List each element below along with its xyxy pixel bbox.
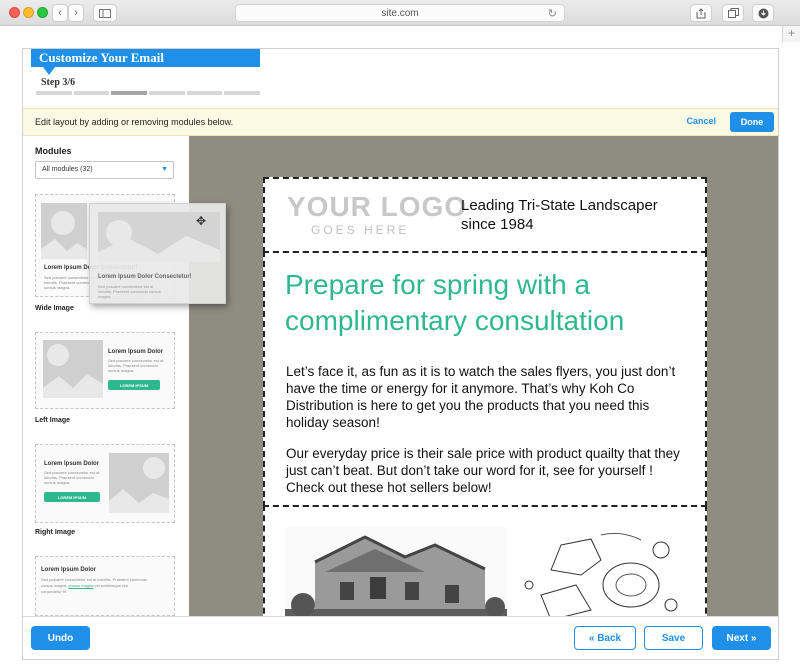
module-text-line: cursus magna, cursus magna vel scelerisq… bbox=[41, 583, 129, 588]
email-headline: Prepare for spring with a complimentary … bbox=[285, 269, 625, 336]
module-right-image[interactable]: Lorem Ipsum Dolor Sed posuere consectetu… bbox=[35, 444, 175, 523]
module-text-only[interactable]: Lorem Ipsum Dolor Sed posuere consectetu… bbox=[35, 556, 175, 616]
save-button[interactable]: Save bbox=[644, 626, 703, 650]
progress-segment bbox=[73, 91, 110, 95]
module-caption: Wide Image bbox=[35, 305, 74, 312]
module-cta: LOREM IPSUM bbox=[44, 492, 100, 502]
email-header-block[interactable]: YOUR LOGO GOES HERE Leading Tri-State La… bbox=[263, 177, 707, 253]
page-title: Customize Your Email bbox=[31, 49, 260, 67]
module-heading: Lorem Ipsum Dolor bbox=[41, 567, 97, 573]
plus-icon[interactable]: + bbox=[782, 26, 800, 42]
modules-filter-value: All modules (32) bbox=[42, 166, 93, 173]
chevron-right-icon[interactable]: › bbox=[68, 4, 84, 22]
undo-button[interactable]: Undo bbox=[31, 626, 90, 650]
instruction-text: Edit layout by adding or removing module… bbox=[35, 117, 234, 127]
zoom-window-button[interactable] bbox=[37, 7, 48, 18]
banner-pointer bbox=[43, 67, 55, 75]
email-paragraph: Our everyday price is their sale price w… bbox=[286, 446, 680, 495]
image-placeholder-icon bbox=[43, 340, 103, 398]
url-text: site.com bbox=[381, 7, 419, 19]
module-caption: Right Image bbox=[35, 529, 76, 536]
tagline: Leading Tri-State Landscaper since 1984 bbox=[461, 197, 658, 233]
logo-subtext: GOES HERE bbox=[311, 223, 410, 237]
minimize-window-button[interactable] bbox=[23, 7, 34, 18]
modules-heading: Modules bbox=[35, 146, 72, 156]
email-canvas: YOUR LOGO GOES HERE Leading Tri-State La… bbox=[189, 136, 778, 616]
landscape-plan-drawing bbox=[521, 525, 693, 616]
email-image-block[interactable] bbox=[263, 505, 707, 616]
image-placeholder-icon bbox=[109, 453, 169, 513]
email-preview: YOUR LOGO GOES HERE Leading Tri-State La… bbox=[263, 177, 707, 616]
wizard-footer: Undo « Back Save Next » bbox=[23, 616, 778, 659]
email-editor-window: Customize Your Email Step 3/6 Edit layou… bbox=[22, 48, 779, 660]
module-cta: LOREM IPSUM bbox=[108, 380, 160, 390]
caret-down-icon: ▼ bbox=[161, 166, 168, 173]
share-icon[interactable] bbox=[690, 4, 712, 22]
image-placeholder-icon bbox=[41, 203, 87, 259]
chevron-left-icon[interactable]: ‹ bbox=[52, 4, 68, 22]
step-indicator: Step 3/6 bbox=[41, 77, 76, 88]
close-window-button[interactable] bbox=[9, 7, 20, 18]
email-body-block[interactable]: Prepare for spring with a complimentary … bbox=[263, 251, 707, 507]
house-photo bbox=[285, 527, 507, 616]
address-bar[interactable]: site.com ↻ bbox=[235, 4, 565, 22]
done-button[interactable]: Done bbox=[730, 112, 774, 132]
module-heading: Lorem Ipsum Dolor bbox=[44, 461, 100, 467]
logo-placeholder: YOUR LOGO bbox=[287, 191, 468, 222]
browser-toolbar: ‹ › site.com ↻ bbox=[0, 0, 800, 26]
module-text: Sed posuere consectetur est at lobortis.… bbox=[98, 284, 161, 299]
module-heading: Lorem Ipsum Dolor bbox=[108, 349, 164, 355]
module-caption: Left Image bbox=[35, 417, 71, 424]
module-left-image[interactable]: Lorem Ipsum Dolor Sed posuere consectetu… bbox=[35, 332, 175, 409]
sidebar-toggle-icon[interactable] bbox=[93, 4, 117, 22]
progress-segment bbox=[149, 91, 185, 95]
back-button[interactable]: « Back bbox=[574, 626, 636, 650]
module-text: Sed posuere consectetur est at lobortis.… bbox=[44, 470, 100, 485]
module-link: cursus magna bbox=[68, 583, 94, 588]
progress-segment-current bbox=[111, 91, 148, 95]
step-progress-bar bbox=[36, 91, 261, 95]
reload-icon[interactable]: ↻ bbox=[548, 7, 557, 20]
cancel-link[interactable]: Cancel bbox=[686, 116, 716, 126]
modules-filter-select[interactable]: All modules (32) ▼ bbox=[35, 161, 174, 179]
instruction-bar: Edit layout by adding or removing module… bbox=[23, 108, 778, 136]
progress-segment bbox=[224, 91, 261, 95]
module-text: Sed posuere consectetur est at lobortis.… bbox=[108, 358, 164, 373]
move-cursor-icon: ✥ bbox=[195, 214, 207, 228]
module-text-line: consectetur et. bbox=[41, 589, 68, 594]
module-heading: Lorem Ipsum Dolor Consectetur! bbox=[98, 274, 192, 280]
tabs-icon[interactable] bbox=[722, 4, 744, 22]
email-paragraph: Let’s face it, as fun as it is to watch … bbox=[286, 364, 676, 430]
progress-segment bbox=[36, 91, 72, 95]
module-text: Sed posuere consectetur est at lobortis.… bbox=[41, 577, 148, 582]
progress-segment bbox=[186, 91, 223, 95]
download-icon[interactable] bbox=[752, 4, 774, 22]
next-button[interactable]: Next » bbox=[712, 626, 771, 650]
